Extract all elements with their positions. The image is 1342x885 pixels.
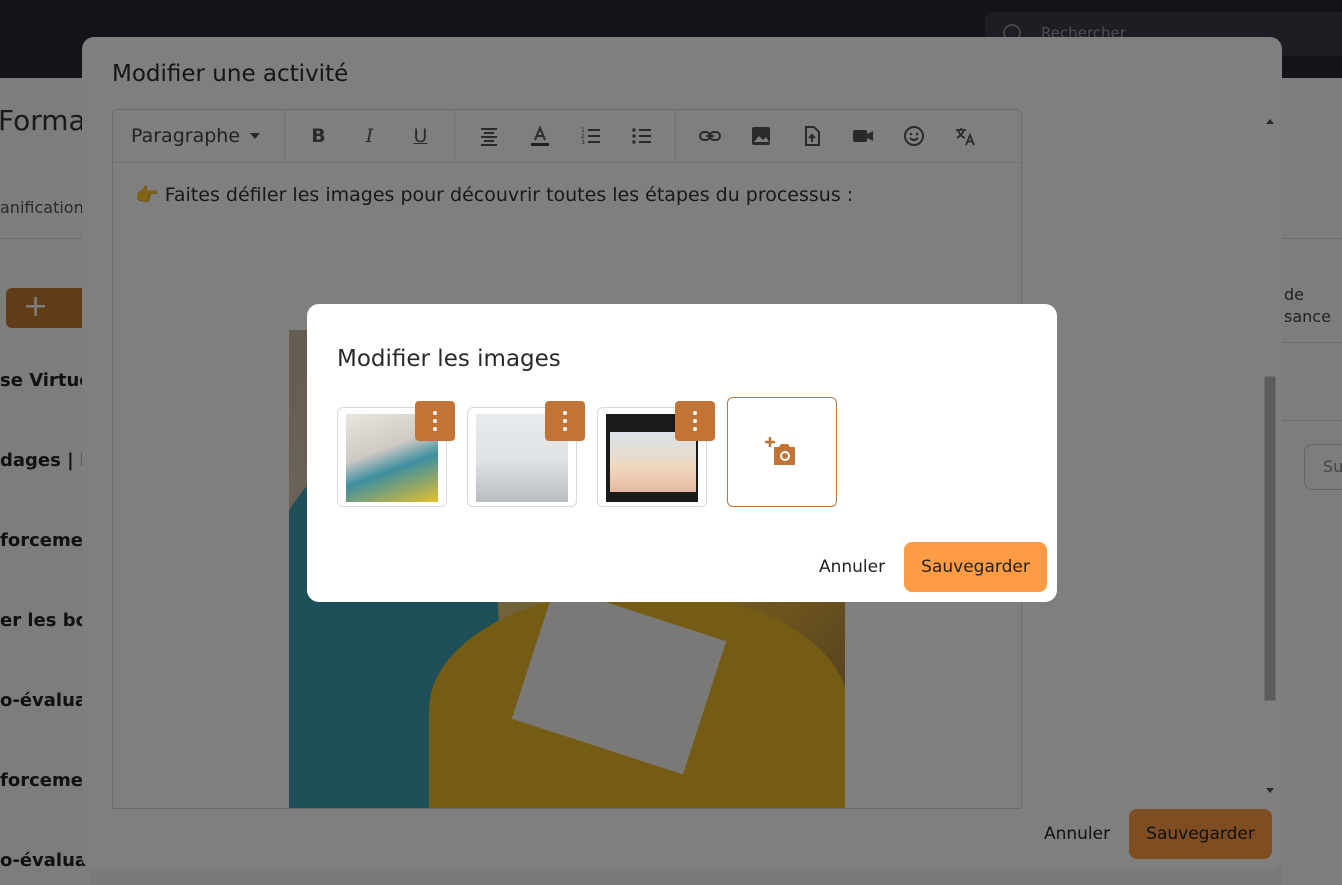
more-options-icon[interactable] <box>415 401 455 441</box>
add-photo-icon <box>765 437 795 465</box>
dialog-save-button[interactable]: Sauvegarder <box>904 542 1047 592</box>
dialog-title: Modifier les images <box>337 346 561 372</box>
add-image-button[interactable] <box>727 397 837 507</box>
dialog-cancel-button[interactable]: Annuler <box>807 542 897 592</box>
image-thumbnail[interactable] <box>467 401 585 507</box>
image-thumbnail[interactable] <box>597 401 715 507</box>
more-options-icon[interactable] <box>675 401 715 441</box>
edit-images-dialog: Modifier les images Annuler Sauvegarder <box>307 304 1057 602</box>
image-thumbnail[interactable] <box>337 401 455 507</box>
more-options-icon[interactable] <box>545 401 585 441</box>
